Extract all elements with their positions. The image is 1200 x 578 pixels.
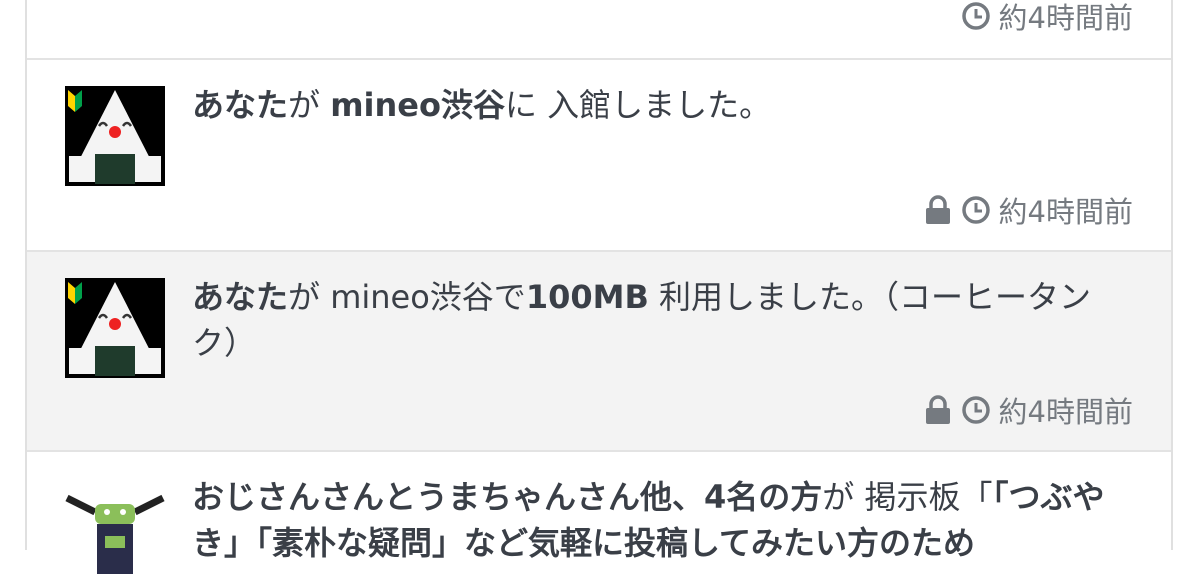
item-meta: 約4時間前 [923, 192, 1133, 229]
activity-text: あなたが mineo渋谷に 入館しました。 [192, 82, 1131, 128]
avatar[interactable] [65, 478, 165, 578]
feed-item[interactable]: おじさんさんとうまちゃんさん他、4名の方が 掲示板「「つぶやき」「素朴な疑問」な… [27, 452, 1171, 578]
text-fragment: が 掲示板「 [822, 478, 993, 516]
clock-icon [961, 0, 991, 32]
activity-feed: 約4時間前 あなたが mineo渋谷に 入館しました。 約4時間前 あなたが m… [25, 0, 1173, 578]
timestamp: 約4時間前 [998, 395, 1133, 429]
timestamp: 約4時間前 [998, 1, 1133, 35]
clock-icon [961, 194, 991, 226]
text-fragment: が mineo渋谷で [288, 278, 526, 316]
data-amount: 100MB [525, 278, 649, 316]
avatar[interactable] [65, 278, 165, 378]
item-meta: 約4時間前 [923, 392, 1133, 429]
actor-name[interactable]: おじさんさんとうまちゃんさん他、4名の方 [192, 478, 822, 516]
actor-name[interactable]: あなた [192, 278, 288, 316]
timestamp: 約4時間前 [998, 195, 1133, 229]
feed-item[interactable]: あなたが mineo渋谷で100MB 利用しました。（コーヒータンク） 約4時間… [27, 252, 1171, 452]
clock-icon [961, 394, 991, 426]
place-name[interactable]: mineo渋谷 [330, 86, 505, 124]
feed-item: 約4時間前 [27, 0, 1171, 60]
text-fragment: が [288, 86, 331, 124]
lock-icon [923, 194, 953, 226]
actor-name[interactable]: あなた [192, 86, 288, 124]
activity-text: おじさんさんとうまちゃんさん他、4名の方が 掲示板「「つぶやき」「素朴な疑問」な… [192, 474, 1131, 566]
avatar[interactable] [65, 86, 165, 186]
activity-text: あなたが mineo渋谷で100MB 利用しました。（コーヒータンク） [192, 274, 1131, 366]
item-meta: 約4時間前 [961, 0, 1133, 35]
text-fragment: に 入館しました。 [505, 86, 772, 124]
feed-item[interactable]: あなたが mineo渋谷に 入館しました。 約4時間前 [27, 60, 1171, 252]
lock-icon [923, 394, 953, 426]
